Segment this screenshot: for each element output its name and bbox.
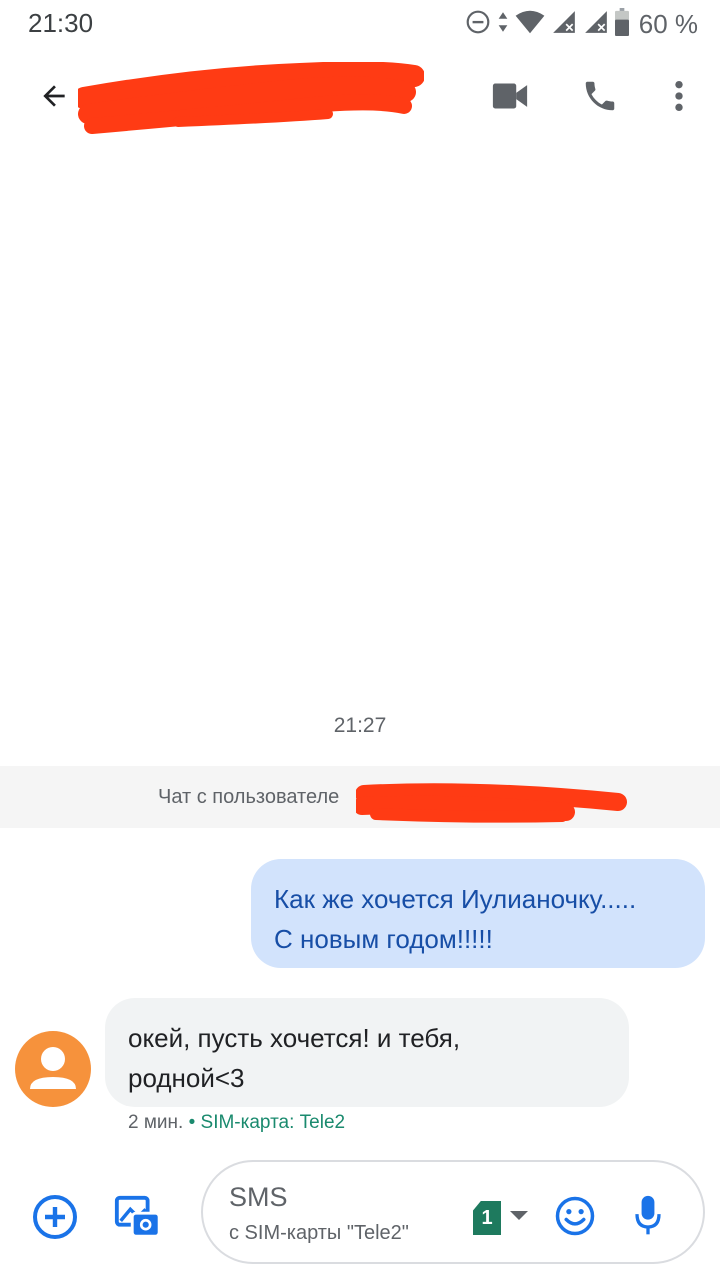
add-circle-icon bbox=[31, 1193, 79, 1246]
more-options-button[interactable] bbox=[660, 74, 698, 122]
redaction-scribble bbox=[73, 61, 425, 144]
gallery-camera-button[interactable] bbox=[110, 1192, 166, 1246]
battery-icon bbox=[614, 7, 629, 41]
status-time: 21:30 bbox=[28, 8, 94, 38]
battery-percent: 60 % bbox=[638, 8, 698, 39]
message-time: 2 мин. bbox=[128, 1112, 184, 1133]
dropdown-arrow-icon bbox=[509, 1209, 529, 1227]
back-button[interactable] bbox=[28, 74, 80, 122]
phone-icon bbox=[581, 77, 619, 120]
meta-separator: • bbox=[188, 1112, 196, 1133]
sent-message-bubble[interactable]: Как же хочется Иулианочку..... С новым г… bbox=[251, 859, 705, 968]
message-sim-label: SIM-карта: Tele2 bbox=[200, 1112, 346, 1133]
more-vert-icon bbox=[673, 79, 685, 118]
gallery-camera-icon bbox=[113, 1193, 163, 1246]
video-call-button[interactable] bbox=[486, 76, 534, 120]
status-icons: 60 % bbox=[465, 7, 698, 41]
emoji-icon bbox=[554, 1195, 596, 1242]
microphone-icon bbox=[632, 1194, 664, 1243]
cell-signal-icon bbox=[583, 9, 609, 40]
video-call-icon bbox=[491, 82, 529, 115]
contact-avatar[interactable] bbox=[15, 1031, 91, 1107]
redaction-scribble bbox=[353, 780, 632, 830]
sim-card-icon: 1 bbox=[473, 1201, 501, 1235]
back-arrow-icon bbox=[37, 80, 71, 117]
compose-sim-label: с SIM-карты "Tele2" bbox=[229, 1222, 409, 1244]
voice-input-button[interactable] bbox=[628, 1194, 668, 1242]
person-icon bbox=[15, 1047, 91, 1107]
message-text-line: С новым годом!!!!! bbox=[274, 924, 493, 954]
received-message-bubble[interactable]: окей, пусть хочется! и тебя, родной<3 bbox=[105, 998, 629, 1107]
sim-selector[interactable]: 1 bbox=[473, 1200, 537, 1236]
do-not-disturb-icon bbox=[465, 9, 491, 40]
conversation-timestamp: 21:27 bbox=[333, 714, 387, 737]
phone-call-button[interactable] bbox=[576, 74, 624, 122]
data-arrows-icon bbox=[497, 9, 509, 40]
wifi-icon bbox=[515, 9, 545, 40]
compose-placeholder[interactable]: SMS bbox=[229, 1182, 288, 1213]
add-attachment-button[interactable] bbox=[28, 1192, 82, 1246]
chat-info-text: Чат с пользователе bbox=[158, 786, 340, 808]
emoji-button[interactable] bbox=[553, 1196, 597, 1240]
message-text-line: Как же хочется Иулианочку..... bbox=[274, 884, 637, 914]
message-text-line: окей, пусть хочется! и тебя, bbox=[128, 1023, 461, 1053]
message-sim-info: • SIM-карта: Tele2 bbox=[189, 1112, 346, 1133]
cell-signal-icon bbox=[551, 9, 577, 40]
message-meta: 2 мин. • SIM-карта: Tele2 bbox=[128, 1112, 345, 1134]
message-text-line: родной<3 bbox=[128, 1063, 245, 1093]
